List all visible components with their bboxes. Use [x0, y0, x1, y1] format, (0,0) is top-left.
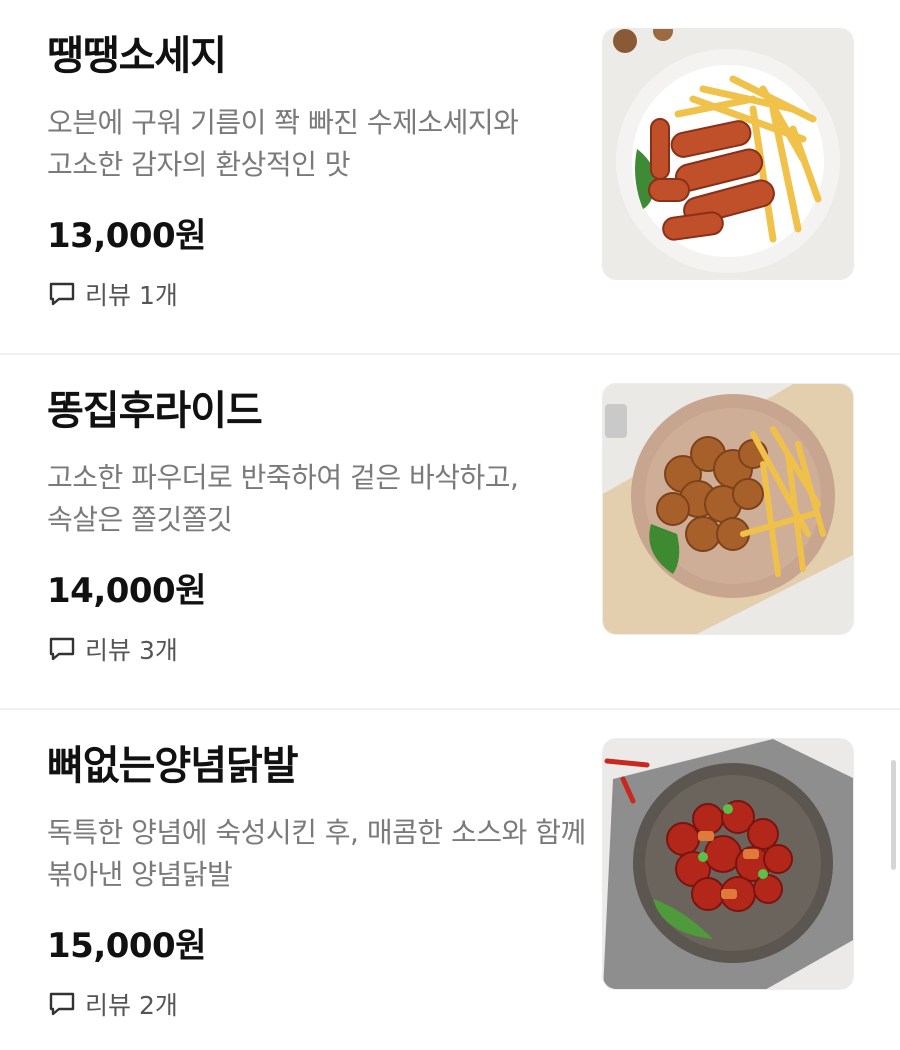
review-count: 2개 — [139, 991, 178, 1020]
menu-item-price: 14,000원 — [47, 571, 206, 611]
menu-item-image[interactable] — [602, 738, 854, 990]
menu-item-sausage[interactable]: 땡땡소세지 오븐에 구워 기름이 쫙 빠진 수제소세지와 고소한 감자의 환상적… — [0, 0, 900, 355]
speech-bubble-icon — [49, 992, 75, 1016]
speech-bubble-icon — [49, 637, 75, 661]
menu-item-image[interactable] — [602, 28, 854, 280]
review-count: 3개 — [139, 636, 178, 665]
fried-gizzard-fries-plate-icon — [603, 384, 853, 634]
spicy-chicken-feet-plate-icon — [603, 739, 853, 989]
review-count: 1개 — [139, 281, 178, 310]
speech-bubble-icon — [49, 282, 75, 306]
menu-item-image[interactable] — [602, 383, 854, 635]
menu-item-gizzard[interactable]: 똥집후라이드 고소한 파우더로 반죽하여 겉은 바삭하고, 속살은 쫄깃쫄깃 1… — [0, 355, 900, 710]
menu-item-review[interactable]: 리뷰 3개 — [47, 631, 178, 667]
sausage-fries-plate-icon — [603, 29, 853, 279]
menu-page: 땡땡소세지 오븐에 구워 기름이 쫙 빠진 수제소세지와 고소한 감자의 환상적… — [0, 0, 900, 1050]
scrollbar[interactable] — [891, 760, 896, 870]
review-label: 리뷰 — [85, 636, 132, 665]
menu-item-price: 13,000원 — [47, 216, 206, 256]
menu-list: 땡땡소세지 오븐에 구워 기름이 쫙 빠진 수제소세지와 고소한 감자의 환상적… — [0, 0, 900, 1050]
menu-item-meta: 15,000원 리뷰 2개 — [47, 740, 587, 1040]
menu-item-review[interactable]: 리뷰 1개 — [47, 276, 178, 312]
menu-item-price: 15,000원 — [47, 926, 206, 966]
review-label: 리뷰 — [85, 991, 132, 1020]
menu-item-meta: 14,000원 리뷰 3개 — [47, 385, 587, 685]
menu-item-chicken-feet[interactable]: 뼈없는양념닭발 독특한 양념에 숙성시킨 후, 매콤한 소스와 함께 볶아낸 양… — [0, 710, 900, 1050]
review-label: 리뷰 — [85, 281, 132, 310]
menu-item-review[interactable]: 리뷰 2개 — [47, 986, 178, 1022]
menu-item-meta: 13,000원 리뷰 1개 — [47, 30, 587, 330]
